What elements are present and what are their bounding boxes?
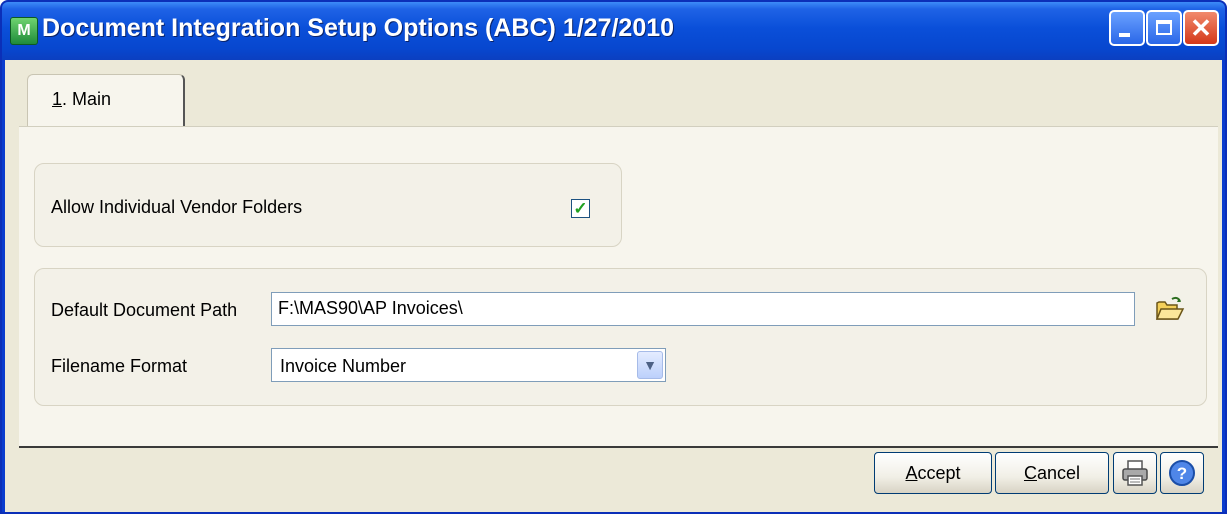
checkmark-icon: ✓ <box>573 199 588 218</box>
title-bar[interactable]: M Document Integration Setup Options (AB… <box>2 2 1225 60</box>
maximize-button[interactable] <box>1146 10 1182 46</box>
filename-format-label: Filename Format <box>51 356 188 376</box>
close-icon: ✕ <box>1190 13 1212 43</box>
close-button[interactable]: ✕ <box>1183 10 1219 46</box>
help-button[interactable]: ? <box>1160 452 1204 494</box>
cancel-button[interactable]: Cancel <box>995 452 1109 494</box>
tab-main[interactable]: 1. Main <box>27 74 185 126</box>
filename-format-value: Invoice Number <box>280 356 407 376</box>
chevron-down-icon[interactable]: ▼ <box>637 351 663 379</box>
document-path-label: Default Document Path <box>51 300 238 320</box>
dialog-window: M Document Integration Setup Options (AB… <box>0 0 1227 514</box>
folder-open-icon[interactable] <box>1155 295 1185 323</box>
app-icon[interactable]: M <box>10 17 38 45</box>
svg-text:?: ? <box>1177 464 1187 483</box>
vendor-folders-group: Allow Individual Vendor Folders ✓ <box>34 163 622 247</box>
minimize-button[interactable] <box>1109 10 1145 46</box>
minimize-icon <box>1119 33 1130 37</box>
document-settings-group: Default Document Path F:\MAS90\AP Invoic… <box>34 268 1207 406</box>
document-path-input[interactable]: F:\MAS90\AP Invoices\ <box>271 292 1135 326</box>
dialog-client-area: 1. Main Allow Individual Vendor Folders … <box>5 60 1222 512</box>
filename-format-select[interactable]: Invoice Number ▼ <box>271 348 666 382</box>
tab-main-label: 1. Main <box>52 89 112 109</box>
app-icon-letter: M <box>17 22 31 39</box>
vendor-folders-label: Allow Individual Vendor Folders <box>51 197 303 217</box>
help-icon: ? <box>1169 460 1195 486</box>
tab-panel-main: Allow Individual Vendor Folders ✓ Defaul… <box>19 126 1218 448</box>
maximize-icon <box>1156 20 1172 35</box>
accept-button[interactable]: Accept <box>874 452 992 494</box>
print-button[interactable] <box>1113 452 1157 494</box>
vendor-folders-checkbox[interactable]: ✓ <box>571 199 590 218</box>
window-title: Document Integration Setup Options (ABC)… <box>42 14 675 42</box>
printer-icon <box>1122 460 1148 486</box>
